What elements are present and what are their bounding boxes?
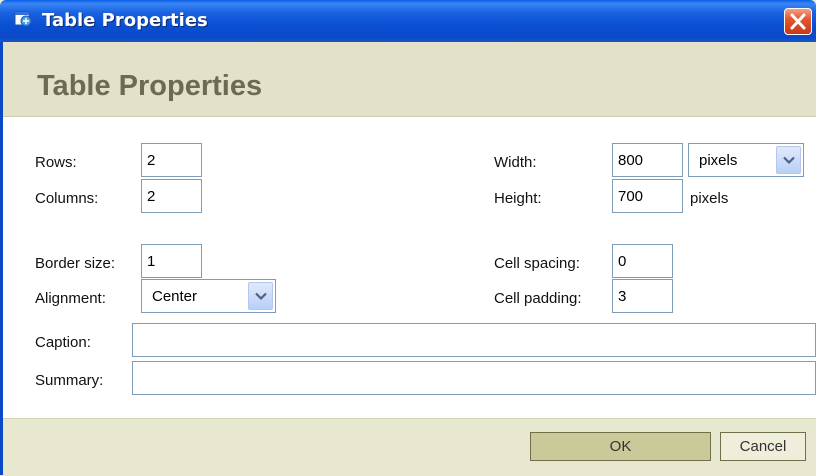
summary-input[interactable] (132, 361, 816, 395)
cancel-button[interactable]: Cancel (720, 432, 806, 461)
width-label: Width: (494, 154, 537, 171)
caption-label: Caption: (35, 334, 91, 351)
rows-label: Rows: (35, 154, 77, 171)
columns-input[interactable] (141, 179, 202, 213)
chevron-down-icon (255, 292, 267, 301)
window-title: Table Properties (42, 10, 208, 31)
dialog-header: Table Properties (3, 42, 816, 117)
alignment-dropdown-button[interactable] (248, 282, 273, 310)
cell-spacing-input[interactable] (612, 244, 673, 278)
height-label: Height: (494, 190, 542, 207)
cell-padding-label: Cell padding: (494, 290, 582, 307)
close-icon (790, 13, 806, 30)
alignment-select[interactable]: Center (141, 279, 276, 313)
alignment-selected: Center (152, 288, 198, 305)
dialog-icon (13, 9, 33, 29)
summary-label: Summary: (35, 372, 104, 389)
alignment-label: Alignment: (35, 290, 106, 307)
border-size-input[interactable] (141, 244, 202, 278)
cell-padding-input[interactable] (612, 279, 673, 313)
width-unit-select[interactable]: pixels (688, 143, 804, 177)
columns-label: Columns: (35, 190, 99, 207)
close-button[interactable] (784, 8, 812, 35)
ok-button[interactable]: OK (530, 432, 711, 461)
height-unit-label: pixels (690, 190, 729, 207)
chevron-down-icon (783, 156, 795, 165)
caption-input[interactable] (132, 323, 816, 357)
window-titlebar: Table Properties (0, 0, 816, 42)
width-input[interactable] (612, 143, 683, 177)
width-unit-selected: pixels (699, 152, 738, 169)
rows-input[interactable] (141, 143, 202, 177)
height-input[interactable] (612, 179, 683, 213)
width-unit-dropdown-button[interactable] (776, 146, 801, 174)
page-title: Table Properties (37, 70, 263, 102)
cell-spacing-label: Cell spacing: (494, 255, 580, 272)
border-size-label: Border size: (35, 255, 116, 272)
